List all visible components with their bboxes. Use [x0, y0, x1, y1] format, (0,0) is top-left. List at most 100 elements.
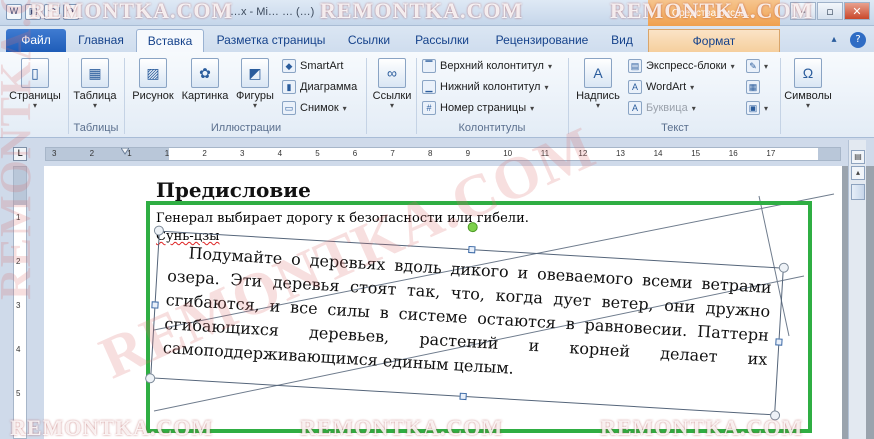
wordart-button[interactable]: A WordArt ▾: [628, 78, 694, 96]
dropcap-button[interactable]: A Буквица ▾: [628, 99, 696, 117]
group-separator: [68, 58, 69, 134]
title-bar: W ▣ ↶ ↷ …x - Mi… … (…) Средства рисов… –…: [0, 0, 874, 30]
textbox-button[interactable]: A Надпись ▾: [572, 58, 624, 110]
header-label: Верхний колонтитул: [440, 60, 544, 72]
tab-selector-icon[interactable]: L: [13, 147, 27, 161]
chevron-down-icon: ▾: [595, 101, 600, 110]
chevron-down-icon: ▾: [92, 101, 97, 110]
window-controls: – ▫ ✕: [790, 2, 870, 20]
maximize-button[interactable]: ▫: [817, 2, 843, 20]
links-button[interactable]: ∞ Ссылки ▾: [370, 58, 414, 110]
tab-view[interactable]: Вид: [604, 29, 640, 52]
ruler-tick-label: 2: [89, 149, 95, 158]
chevron-down-icon: ▾: [544, 82, 549, 92]
undo-icon[interactable]: ↶: [44, 4, 60, 20]
ruler-tick-label: 16: [728, 149, 738, 158]
group-separator: [366, 58, 367, 134]
pages-button[interactable]: ▯ Страницы ▾: [6, 58, 64, 110]
tab-format[interactable]: Формат: [648, 29, 780, 52]
quick-parts-button[interactable]: ▤ Экспресс-блоки ▾: [628, 57, 735, 75]
ruler-tick-label: 6: [352, 149, 358, 158]
horizontal-ruler[interactable]: 3 2 1 1 2 3 4 5 6 7 8 9 10 11 12 13 14 15 16 17: [45, 147, 841, 161]
ruler-tick-label: 4: [16, 345, 21, 354]
word-logo-icon[interactable]: W: [6, 4, 22, 20]
picture-button[interactable]: ▨ Рисунок: [130, 58, 176, 102]
omega-icon: Ω: [794, 58, 822, 88]
resize-handle-right[interactable]: [775, 338, 783, 346]
date-time-button[interactable]: ▦: [746, 78, 760, 96]
save-icon[interactable]: ▣: [25, 4, 41, 20]
tab-review[interactable]: Рецензирование: [486, 29, 598, 52]
clipart-button[interactable]: ✿ Картинка: [178, 58, 232, 102]
document-page[interactable]: Предисловие Генерал выбирает дорогу к бе…: [44, 166, 842, 439]
dropcap-label: Буквица: [646, 102, 688, 114]
tab-file[interactable]: Файл: [6, 29, 66, 52]
header-icon: ▔: [422, 59, 436, 73]
wordart-icon: A: [628, 80, 642, 94]
page-number-button[interactable]: # Номер страницы ▾: [422, 99, 534, 117]
footer-label: Нижний колонтитул: [440, 81, 541, 93]
chevron-down-icon: ▾: [547, 61, 552, 71]
tab-insert[interactable]: Вставка: [136, 29, 204, 52]
ruler-top-margin: [14, 167, 26, 205]
redo-icon[interactable]: ↷: [63, 4, 79, 20]
quick-parts-icon: ▤: [628, 59, 642, 73]
screenshot-icon: ▭: [282, 101, 296, 115]
chart-button[interactable]: ▮ Диаграмма: [282, 78, 357, 96]
resize-handle-top[interactable]: [468, 245, 476, 254]
group-separator: [124, 58, 125, 134]
ruler-tick-label: 3: [240, 149, 245, 158]
document-area: Предисловие Генерал выбирает дорогу к бе…: [44, 166, 848, 439]
scroll-up-icon[interactable]: ▴: [851, 166, 865, 180]
pen-icon: ✎: [746, 59, 760, 73]
textbox-paragraph[interactable]: Подумайте о деревьях вдоль дикого и овев…: [162, 240, 772, 396]
tab-references[interactable]: Ссылки: [340, 29, 398, 52]
close-button[interactable]: ✕: [844, 2, 870, 20]
header-button[interactable]: ▔ Верхний колонтитул ▾: [422, 57, 552, 75]
chevron-down-icon: ▾: [764, 61, 769, 71]
ruler-tick-label: 5: [315, 149, 320, 158]
resize-handle-top-left[interactable]: [153, 225, 165, 236]
footer-button[interactable]: ▁ Нижний колонтитул ▾: [422, 78, 548, 96]
signature-line-button[interactable]: ✎ ▾: [746, 57, 768, 75]
chevron-down-icon: ▾: [730, 61, 735, 71]
chevron-up-icon[interactable]: ▴: [826, 32, 842, 48]
group-separator: [568, 58, 569, 134]
tab-home[interactable]: Главная: [70, 29, 132, 52]
ruler-toggle-icon[interactable]: ▤: [851, 150, 865, 164]
chevron-down-icon: ▾: [691, 103, 696, 113]
ruler-tick-label: 2: [202, 149, 207, 158]
dropcap-icon: A: [628, 101, 642, 115]
calendar-icon: ▦: [746, 80, 760, 94]
page-number-icon: #: [422, 101, 436, 115]
wordart-label: WordArt: [646, 81, 687, 93]
shapes-icon: ◩: [241, 58, 269, 88]
minimize-button[interactable]: –: [790, 2, 816, 20]
picture-label: Рисунок: [132, 90, 174, 102]
table-icon: ▦: [81, 58, 109, 88]
screenshot-button[interactable]: ▭ Снимок ▾: [282, 99, 347, 117]
ruler-tick-label: 5: [16, 389, 21, 398]
group-label-text: Текст: [661, 122, 689, 134]
table-button[interactable]: ▦ Таблица ▾: [72, 58, 118, 110]
indent-marker-icon[interactable]: [121, 148, 129, 155]
vertical-scrollbar[interactable]: ▤ ▴: [848, 140, 866, 439]
resize-handle-bottom[interactable]: [459, 392, 467, 401]
ruler-tick-label: 3: [16, 301, 21, 310]
smartart-button[interactable]: ◆ SmartArt: [282, 57, 343, 75]
chevron-down-icon: ▾: [530, 103, 535, 113]
resize-handle-left[interactable]: [151, 301, 159, 309]
scroll-thumb[interactable]: [851, 184, 865, 200]
group-label-tables: Таблицы: [73, 122, 119, 134]
vertical-ruler[interactable]: 1 2 3 4 5: [13, 166, 27, 439]
tab-page-layout[interactable]: Разметка страницы: [210, 29, 332, 52]
shapes-button[interactable]: ◩ Фигуры ▾: [232, 58, 278, 110]
symbols-button[interactable]: Ω Символы ▾: [782, 58, 834, 110]
word-window: W ▣ ↶ ↷ …x - Mi… … (…) Средства рисов… –…: [0, 0, 874, 439]
help-icon[interactable]: ?: [850, 32, 866, 48]
tab-mailings[interactable]: Рассылки: [406, 29, 478, 52]
object-button[interactable]: ▣ ▾: [746, 99, 768, 117]
ribbon-insert: ▯ Страницы ▾ ▦ Таблица ▾ Таблицы ▨ Рисун…: [0, 52, 874, 138]
ruler-tick-label: 8: [428, 149, 433, 158]
vertical-ruler-bar: 1 2 3 4 5: [0, 166, 44, 439]
